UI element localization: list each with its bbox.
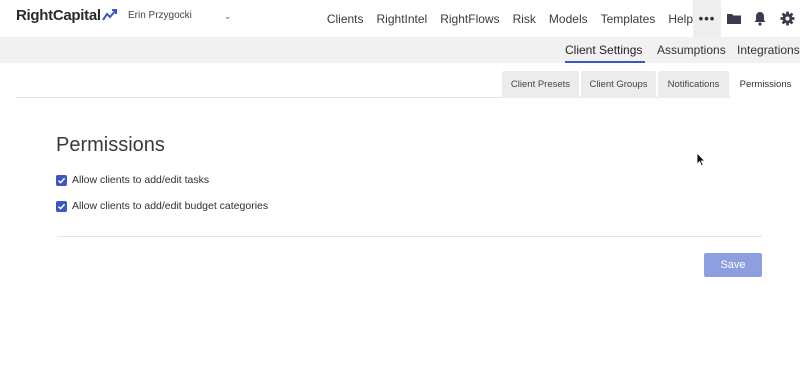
permission-option-tasks[interactable]: Allow clients to add/edit tasks: [56, 174, 209, 186]
logo[interactable]: RightCapital: [16, 7, 118, 24]
nav-templates[interactable]: Templates: [601, 12, 656, 26]
tab-label: Client Groups: [589, 79, 648, 90]
folder-button[interactable]: [725, 9, 743, 27]
nav-rightintel[interactable]: RightIntel: [377, 12, 428, 26]
notifications-button[interactable]: [751, 9, 769, 27]
check-icon: [57, 203, 66, 210]
trend-arrow-icon: [101, 9, 117, 21]
subtab-integrations[interactable]: Integrations: [737, 43, 800, 57]
nav-models[interactable]: Models: [549, 12, 588, 26]
checkbox-budget[interactable]: [56, 200, 67, 212]
main-nav: Clients RightIntel RightFlows Risk Model…: [314, 0, 693, 37]
more-dots-icon: •••: [698, 11, 716, 26]
active-subtab-indicator: [565, 61, 645, 63]
divider: [57, 236, 762, 237]
more-menu-button[interactable]: •••: [693, 0, 721, 37]
settings-subnav: Client Settings Assumptions Integrations: [0, 37, 800, 63]
gear-icon: [779, 10, 795, 26]
settings-button[interactable]: [778, 9, 796, 27]
nav-risk[interactable]: Risk: [513, 12, 536, 26]
save-button[interactable]: Save: [704, 253, 762, 277]
chevron-down-icon: ⌄: [223, 11, 232, 21]
tab-notifications[interactable]: Notifications: [658, 71, 729, 98]
tab-label: Notifications: [667, 79, 720, 90]
settings-tabs: Client Presets Client Groups Notificatio…: [16, 71, 800, 98]
folder-icon: [727, 13, 741, 24]
option-label: Allow clients to add/edit tasks: [72, 174, 210, 186]
tab-client-presets[interactable]: Client Presets: [502, 71, 579, 98]
check-icon: [57, 177, 66, 184]
option-label: Allow clients to add/edit budget categor…: [72, 200, 269, 212]
nav-help[interactable]: Help: [668, 12, 693, 26]
tab-label: Permissions: [739, 79, 792, 90]
advisor-selector[interactable]: Erin Przygocki ⌄: [128, 10, 231, 21]
advisor-name: Erin Przygocki: [128, 10, 192, 21]
subtab-assumptions[interactable]: Assumptions: [657, 43, 726, 57]
nav-clients[interactable]: Clients: [327, 12, 364, 26]
subtab-client-settings[interactable]: Client Settings: [565, 43, 642, 57]
mouse-cursor-icon: [696, 152, 706, 167]
logo-text: RightCapital: [16, 7, 101, 24]
tab-permissions[interactable]: Permissions: [731, 71, 800, 98]
permission-option-budget[interactable]: Allow clients to add/edit budget categor…: [56, 200, 268, 212]
page-title: Permissions: [56, 134, 165, 156]
tab-label: Client Presets: [510, 79, 571, 90]
nav-rightflows[interactable]: RightFlows: [440, 12, 499, 26]
checkbox-tasks[interactable]: [56, 174, 67, 186]
top-nav: RightCapital Erin Przygocki ⌄ Clients Ri…: [0, 0, 800, 37]
bell-icon: [754, 11, 766, 26]
tab-client-groups[interactable]: Client Groups: [581, 71, 656, 98]
